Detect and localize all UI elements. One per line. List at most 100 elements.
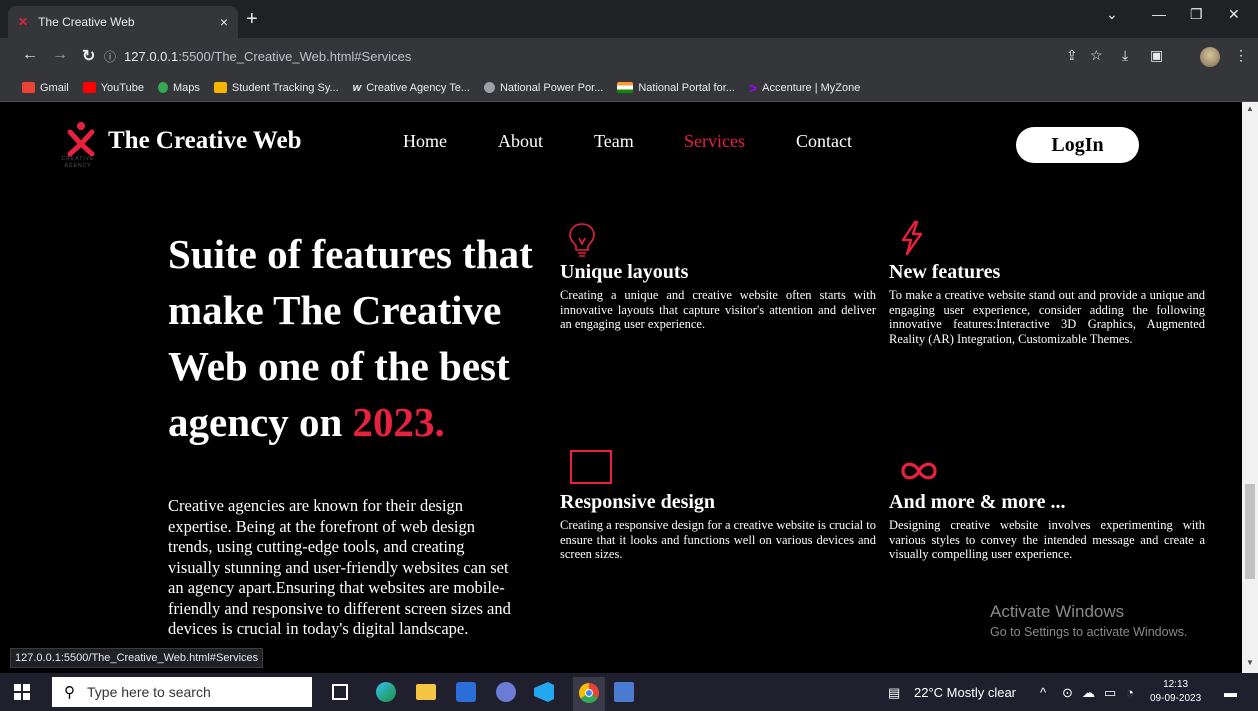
reload-button[interactable]: ↻ (82, 46, 95, 66)
nav-about[interactable]: About (498, 131, 543, 152)
infinity-icon (901, 462, 937, 480)
windows-taskbar: ⚲ Type here to search ▤ 22°C Mostly clea… (0, 673, 1258, 711)
nav-services[interactable]: Services (684, 131, 745, 152)
vscode-icon[interactable] (534, 682, 554, 702)
minimize-button[interactable]: — (1152, 6, 1166, 22)
browser-tab[interactable]: ✕ The Creative Web × (8, 6, 238, 38)
download-icon[interactable]: ⤓ (1122, 47, 1128, 64)
feature-title: Unique layouts (560, 261, 689, 283)
page-scrollbar[interactable]: ▲ ▼ (1242, 102, 1258, 673)
clock-date: 09-09-2023 (1150, 693, 1202, 704)
bookmark-student-tracking[interactable]: Student Tracking Sy... (213, 82, 339, 94)
network-icon[interactable]: ⊙ (1062, 685, 1073, 701)
bookmark-maps[interactable]: Maps (157, 82, 200, 94)
lightning-icon (901, 220, 923, 256)
wifi-icon[interactable]: ◔ (1126, 685, 1134, 700)
new-tab-button[interactable]: + (246, 8, 258, 31)
webpage-viewport: CREATIVE AGENCY The Creative Web Home Ab… (0, 102, 1242, 673)
toolbar: ← → ↻ ⓘ 127.0.0.1 :5500/The_Creative_Web… (0, 38, 1258, 74)
edge-icon[interactable] (376, 682, 396, 702)
cloud-icon[interactable]: ☁ (1082, 685, 1095, 701)
maps-icon (157, 82, 168, 93)
gmail-icon (22, 82, 35, 93)
taskbar-clock[interactable]: 12:13 09-09-2023 (1150, 678, 1201, 706)
bookmark-star-icon[interactable]: ☆ (1090, 47, 1103, 64)
chrome-icon-center (585, 689, 593, 697)
lightbulb-icon (569, 223, 595, 257)
scroll-up-arrow-icon[interactable]: ▲ (1246, 104, 1254, 113)
close-tab-icon[interactable]: × (220, 14, 228, 30)
w-icon: w (352, 81, 362, 94)
services-intro: Creative agencies are known for their de… (168, 496, 511, 638)
menu-icon[interactable]: ⋮ (1234, 47, 1248, 64)
bookmark-accenture[interactable]: > Accenture | MyZone (749, 80, 860, 96)
app-icon[interactable] (496, 682, 516, 702)
url-host: 127.0.0.1 (124, 48, 179, 64)
feature-title: And more & more ... (889, 491, 1066, 513)
bookmarks-bar: Gmail YouTube Maps Student Tracking Sy..… (0, 74, 1258, 102)
feature-text: Designing creative website involves expe… (889, 518, 1205, 561)
scroll-down-arrow-icon[interactable]: ▼ (1246, 658, 1254, 667)
site-brand[interactable]: The Creative Web (108, 127, 302, 155)
services-headline: Suite of features that make The Creative… (168, 226, 548, 450)
back-button[interactable]: ← (22, 46, 38, 64)
feature-text: Creating a unique and creative website o… (560, 288, 876, 331)
search-icon: ⚲ (64, 684, 75, 701)
square-icon (570, 450, 612, 484)
feature-text: To make a creative website stand out and… (889, 288, 1205, 346)
store-icon[interactable] (456, 682, 476, 702)
headline-year: 2023. (352, 399, 445, 445)
login-button[interactable]: LogIn (1016, 127, 1139, 163)
feature-and-more: And more & more ... Designing creative w… (889, 450, 1205, 562)
forward-button[interactable]: → (52, 46, 68, 64)
file-explorer-icon[interactable] (416, 684, 436, 700)
globe-icon (483, 82, 495, 93)
battery-icon[interactable]: ▭ (1104, 685, 1116, 701)
nav-home[interactable]: Home (403, 131, 447, 152)
task-view-icon[interactable] (332, 684, 348, 700)
headline-text: Suite of features that make The Creative… (168, 231, 533, 445)
url-path: :5500/The_Creative_Web.html#Services (178, 48, 412, 64)
notifications-icon[interactable]: ▬ (1224, 685, 1237, 700)
taskbar-search-input[interactable]: ⚲ Type here to search (52, 677, 312, 707)
notes-icon[interactable] (614, 682, 634, 702)
site-favicon-icon: ✕ (18, 15, 29, 29)
browser-tab-strip: ✕ The Creative Web × + ⌄ — ❐ ✕ (0, 0, 1258, 38)
address-bar[interactable]: ⓘ 127.0.0.1 :5500/The_Creative_Web.html#… (104, 44, 1064, 68)
close-window-button[interactable]: ✕ (1228, 6, 1240, 23)
weather-icon[interactable]: ▤ (888, 685, 900, 701)
feature-unique-layouts: Unique layouts Creating a unique and cre… (560, 220, 876, 332)
bookmark-creative-agency[interactable]: w Creative Agency Te... (353, 82, 470, 94)
bookmark-gmail[interactable]: Gmail (22, 82, 69, 94)
windows-start-icon[interactable] (14, 684, 30, 700)
feature-text: Creating a responsive design for a creat… (560, 518, 876, 561)
bookmark-national-power[interactable]: National Power Por... (483, 82, 603, 94)
student-tracking-icon (213, 82, 227, 93)
scrollbar-thumb[interactable] (1245, 484, 1255, 579)
tab-title: The Creative Web (38, 15, 135, 29)
accenture-icon: > (748, 79, 758, 96)
feature-title: Responsive design (560, 491, 716, 513)
bookmark-national-portal[interactable]: National Portal for... (617, 82, 735, 94)
activate-windows-subtitle: Go to Settings to activate Windows. (990, 625, 1188, 639)
nav-team[interactable]: Team (594, 131, 634, 152)
feature-title: New features (889, 261, 1001, 283)
india-flag-icon (617, 82, 634, 93)
restore-button[interactable]: ❐ (1190, 6, 1203, 23)
site-info-icon[interactable]: ⓘ (104, 48, 116, 65)
search-placeholder: Type here to search (87, 684, 211, 700)
clock-time: 12:13 (1163, 679, 1189, 690)
logo-subtitle: CREATIVE AGENCY (61, 156, 95, 169)
side-panel-icon[interactable]: ▣ (1150, 47, 1163, 64)
bookmark-youtube[interactable]: YouTube (82, 82, 144, 94)
chrome-active-tab[interactable] (573, 677, 605, 711)
feature-responsive-design: Responsive design Creating a responsive … (560, 450, 876, 562)
profile-avatar[interactable] (1200, 47, 1220, 67)
tab-search-icon[interactable]: ⌄ (1106, 6, 1118, 23)
chevron-up-icon[interactable]: ^ (1040, 685, 1046, 700)
link-status-url: 127.0.0.1:5500/The_Creative_Web.html#Ser… (10, 648, 264, 668)
nav-contact[interactable]: Contact (796, 131, 852, 152)
weather-text[interactable]: 22°C Mostly clear (914, 685, 1016, 700)
feature-new-features: New features To make a creative website … (889, 220, 1205, 346)
share-icon[interactable]: ⇪ (1066, 47, 1078, 64)
